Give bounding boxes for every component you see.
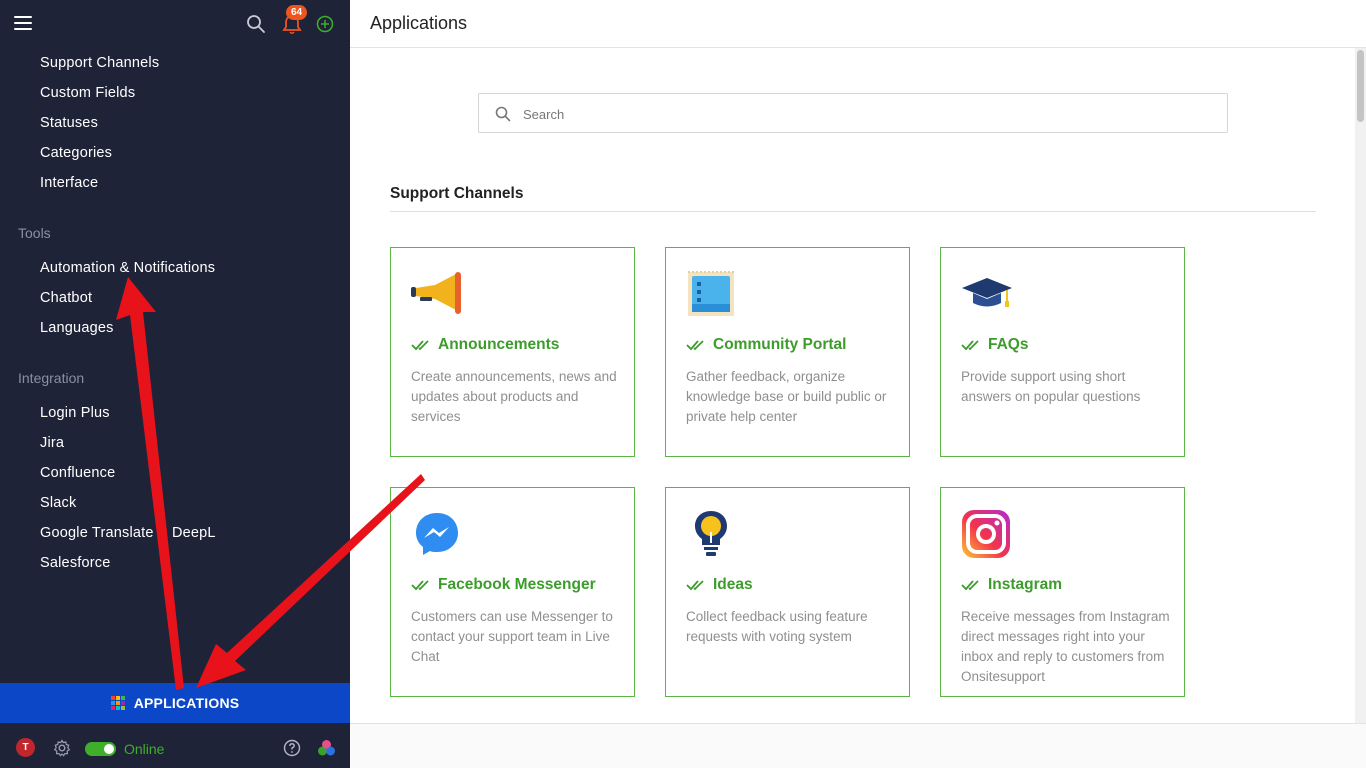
gear-icon[interactable] (53, 739, 71, 757)
section-divider (390, 211, 1316, 212)
scrollbar-thumb[interactable] (1357, 50, 1364, 122)
app-card-ideas[interactable]: Ideas Collect feedback using feature req… (665, 487, 910, 697)
apps-grid-icon (110, 696, 125, 710)
card-title: Community Portal (713, 336, 847, 353)
sidebar-item-languages[interactable]: Languages (40, 320, 114, 336)
search-icon[interactable] (246, 14, 266, 34)
graduation-cap-icon (961, 270, 1013, 318)
double-check-icon (686, 580, 704, 591)
sidebar-item-support-channels[interactable]: Support Channels (40, 55, 159, 71)
online-status-label: Online (124, 741, 165, 757)
sidebar-item-automation[interactable]: Automation & Notifications (40, 260, 215, 276)
app-card-facebook-messenger[interactable]: Facebook Messenger Customers can use Mes… (390, 487, 635, 697)
lightbulb-icon (686, 510, 738, 558)
applications-label: APPLICATIONS (133, 695, 240, 711)
sidebar-item-categories[interactable]: Categories (40, 145, 112, 161)
instagram-icon (961, 510, 1013, 558)
card-description: Collect feedback using feature requests … (686, 609, 868, 644)
sidebar-item-statuses[interactable]: Statuses (40, 115, 98, 131)
portal-icon (686, 270, 738, 318)
card-description: Gather feedback, organize knowledge base… (686, 369, 887, 424)
page-title: Applications (370, 13, 468, 33)
card-description: Receive messages from Instagram direct m… (961, 609, 1170, 684)
help-icon[interactable] (283, 739, 301, 757)
sidebar-item-google-translate[interactable]: Google Translate & DeepL (40, 525, 216, 541)
card-description: Provide support using short answers on p… (961, 369, 1141, 404)
notification-badge: 64 (286, 5, 308, 20)
card-description: Customers can use Messenger to contact y… (411, 609, 613, 664)
app-card-instagram[interactable]: Instagram Receive messages from Instagra… (940, 487, 1185, 697)
search-box (478, 93, 1228, 133)
sidebar-item-jira[interactable]: Jira (40, 435, 64, 451)
double-check-icon (961, 340, 979, 351)
sidebar-item-login-plus[interactable]: Login Plus (40, 405, 110, 421)
card-description: Create announcements, news and updates a… (411, 369, 617, 424)
app-card-community-portal[interactable]: Community Portal Gather feedback, organi… (665, 247, 910, 457)
section-title: Support Channels (390, 185, 524, 202)
card-title: Facebook Messenger (438, 576, 596, 593)
scrollbar-track[interactable] (1355, 48, 1366, 723)
sidebar-item-slack[interactable]: Slack (40, 495, 76, 511)
sidebar-item-custom-fields[interactable]: Custom Fields (40, 85, 135, 101)
online-status-toggle[interactable] (85, 742, 116, 756)
applications-button[interactable]: APPLICATIONS (0, 683, 350, 723)
app-card-announcements[interactable]: Announcements Create announcements, news… (390, 247, 635, 457)
hamburger-menu-icon[interactable] (14, 16, 32, 30)
app-card-faqs[interactable]: FAQs Provide support using short answers… (940, 247, 1185, 457)
card-title: Instagram (988, 576, 1063, 593)
card-title: Announcements (438, 336, 560, 353)
apps-switcher-icon[interactable] (317, 739, 336, 757)
double-check-icon (411, 580, 429, 591)
sidebar-section-tools: Tools (18, 225, 51, 241)
sidebar-section-integration: Integration (18, 370, 85, 386)
main-footer (350, 723, 1366, 768)
add-circle-icon[interactable] (316, 15, 334, 33)
messenger-icon (411, 510, 463, 558)
double-check-icon (686, 340, 704, 351)
sidebar-item-interface[interactable]: Interface (40, 175, 98, 191)
user-avatar[interactable]: T (16, 738, 35, 757)
sidebar-item-salesforce[interactable]: Salesforce (40, 555, 111, 571)
card-title: FAQs (988, 336, 1029, 353)
double-check-icon (961, 580, 979, 591)
main-header (350, 0, 1366, 48)
megaphone-icon (411, 270, 463, 318)
sidebar-item-chatbot[interactable]: Chatbot (40, 290, 92, 306)
sidebar-item-confluence[interactable]: Confluence (40, 465, 115, 481)
search-input[interactable] (523, 104, 1203, 124)
double-check-icon (411, 340, 429, 351)
card-title: Ideas (713, 576, 753, 593)
search-icon (495, 106, 511, 122)
